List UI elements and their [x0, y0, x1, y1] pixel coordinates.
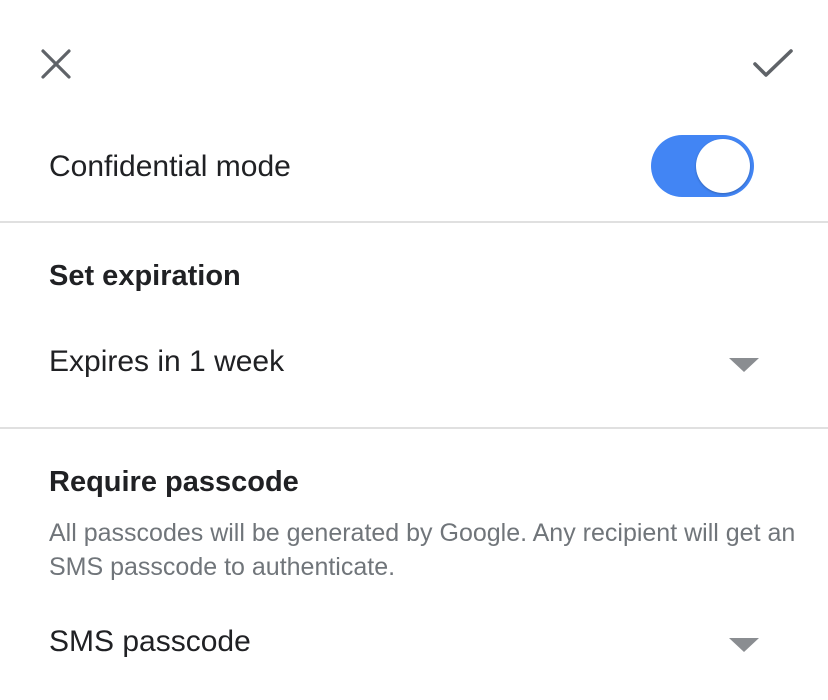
- checkmark-icon: [753, 49, 793, 77]
- close-icon: [41, 49, 71, 79]
- passcode-dropdown[interactable]: SMS passcode: [0, 612, 828, 672]
- top-bar: [0, 0, 828, 125]
- close-button[interactable]: [30, 38, 82, 90]
- confidential-mode-toggle[interactable]: [651, 135, 754, 197]
- divider: [0, 427, 828, 429]
- passcode-value: SMS passcode: [49, 625, 251, 658]
- confidential-mode-row: Confidential mode: [0, 125, 828, 221]
- require-passcode-title: Require passcode: [49, 466, 299, 498]
- passcode-description: All passcodes will be generated by Googl…: [49, 519, 796, 581]
- dropdown-arrow-icon: [729, 638, 759, 652]
- expiration-value: Expires in 1 week: [49, 345, 285, 378]
- confirm-button[interactable]: [744, 36, 802, 92]
- divider: [0, 221, 828, 223]
- dropdown-arrow-icon: [729, 358, 759, 372]
- toggle-knob: [696, 139, 750, 193]
- confidential-mode-label: Confidential mode: [49, 150, 291, 183]
- confidential-mode-screen: Confidential mode Set expiration Expires…: [0, 0, 828, 700]
- set-expiration-title: Set expiration: [49, 260, 241, 292]
- expiration-dropdown[interactable]: Expires in 1 week: [0, 332, 828, 392]
